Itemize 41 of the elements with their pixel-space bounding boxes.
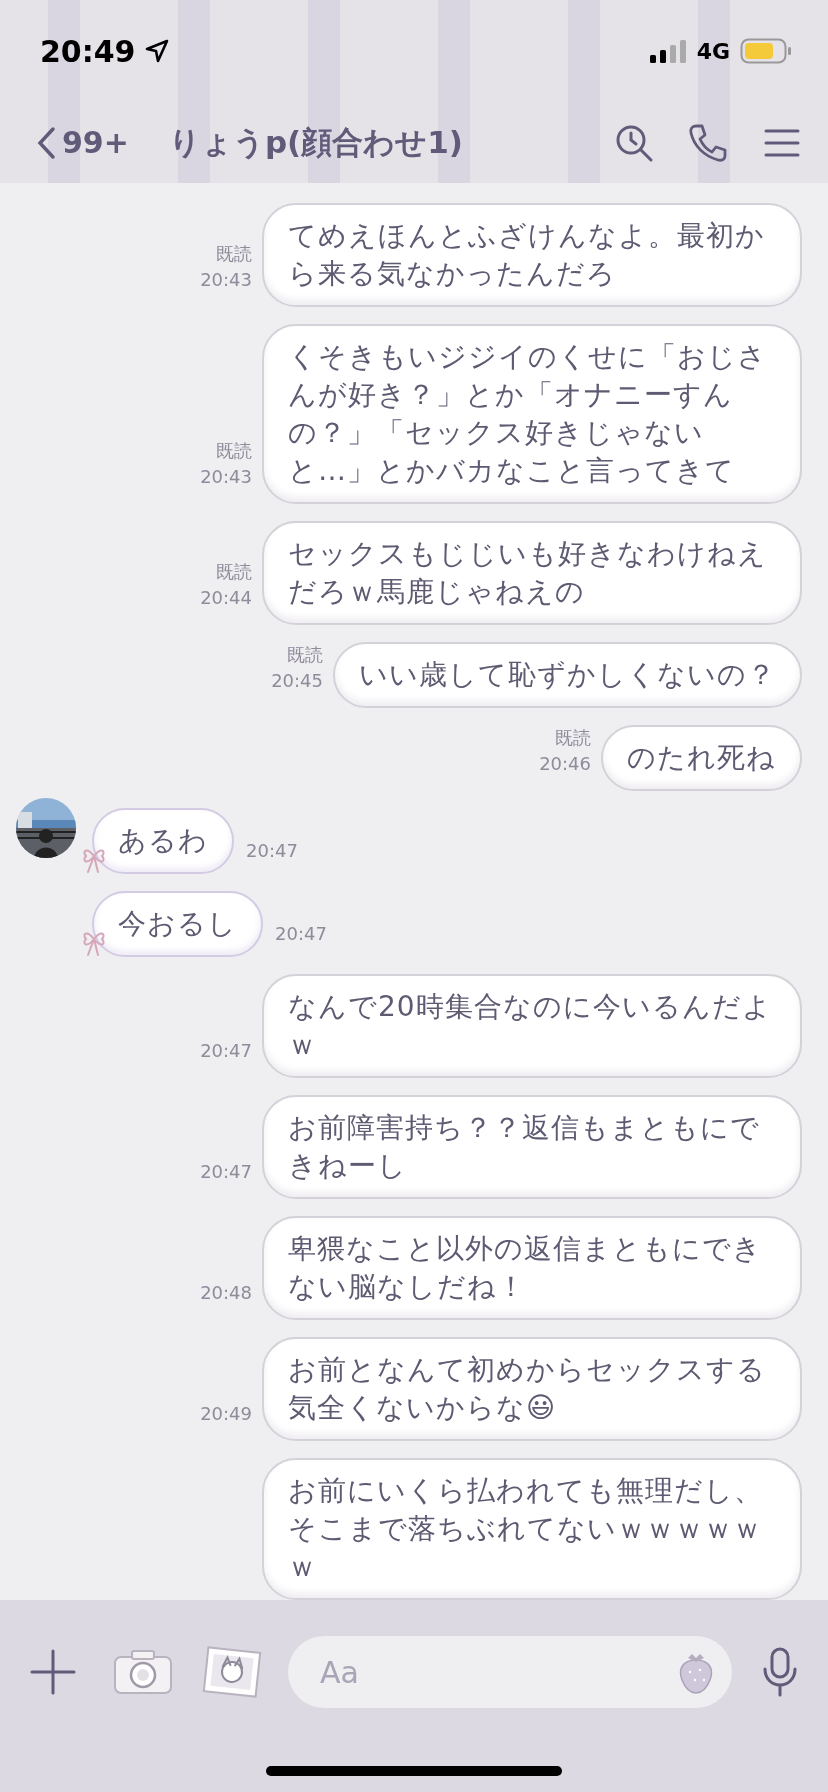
message-time: 20:43	[200, 465, 252, 489]
read-receipt: 既読	[287, 643, 323, 667]
message-time: 20:46	[539, 752, 591, 776]
status-time: 20:49	[40, 33, 136, 69]
network-label: 4G	[696, 38, 730, 64]
battery-icon	[740, 38, 792, 64]
message-bubble: お前にいくら払われても無理だし、そこまで落ちぶれてないｗｗｗｗｗｗ	[262, 1458, 802, 1600]
message-time: 20:48	[200, 1281, 252, 1305]
chevron-left-icon	[36, 125, 56, 160]
message-time: 20:43	[200, 268, 252, 292]
message-bubble: 今おるし	[92, 891, 263, 957]
message-time: 20:44	[200, 586, 252, 610]
photo-icon[interactable]	[202, 1646, 262, 1698]
read-receipt: 既読	[216, 439, 252, 463]
message-bubble: いい歳して恥ずかしくないの？	[333, 642, 802, 708]
message-bubble: てめえほんとふざけんなよ。最初から来る気なかったんだろ	[262, 203, 802, 307]
message-time: 20:47	[275, 922, 327, 946]
chat-title: りょうp(顔合わせ1)	[168, 122, 463, 162]
message-bubble: くそきもいジジイのくせに「おじさんが好き？」とか「オナニーすんの？」「セックス好きじゃないと…」とかバカなこと言ってきて	[262, 324, 802, 504]
camera-icon[interactable]	[112, 1647, 174, 1697]
location-arrow-icon	[143, 38, 170, 64]
message-input-field[interactable]: Aa	[288, 1636, 732, 1708]
message-bubble: 卑猥なこと以外の返信まともにできない脳なしだね！	[262, 1216, 802, 1320]
signal-icon	[648, 39, 689, 63]
read-receipt: 既読	[555, 726, 591, 750]
phone-icon[interactable]	[688, 122, 728, 163]
read-receipt: 既読	[216, 242, 252, 266]
message-time: 20:47	[246, 839, 298, 863]
message-time: 20:47	[200, 1160, 252, 1184]
read-receipt: 既読	[216, 560, 252, 584]
message-bubble: お前障害持ち？？返信もまともにできねーし	[262, 1095, 802, 1199]
message-time: 20:49	[200, 1402, 252, 1426]
message-time: 20:47	[200, 1039, 252, 1063]
message-time: 20:45	[271, 669, 323, 693]
message-bubble: のたれ死ね	[601, 725, 802, 791]
plus-icon[interactable]	[30, 1649, 76, 1695]
message-bubble: お前となんて初めからセックスする気全くないからな😃	[262, 1337, 802, 1441]
message-bubble: あるわ	[92, 808, 234, 874]
back-button[interactable]: 99+	[36, 125, 129, 160]
message-bubble: なんで20時集合なのに今いるんだよｗ	[262, 974, 802, 1078]
message-bubble: セックスもじじいも好きなわけねえだろｗ馬鹿じゃねえの	[262, 521, 802, 625]
